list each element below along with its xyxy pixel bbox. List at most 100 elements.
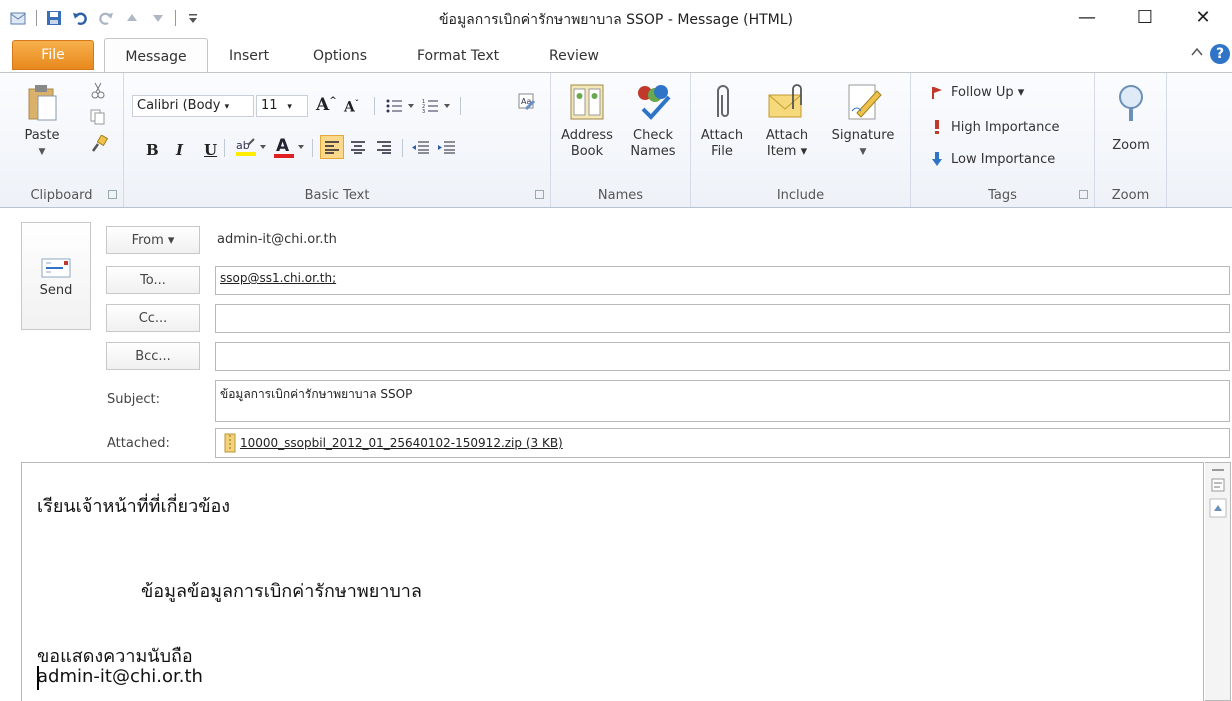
font-size-box[interactable]: 11 ▾ [256,95,308,117]
paste-dropdown-icon[interactable]: ▼ [16,144,68,160]
signature-button[interactable]: Signature ▼ [823,83,903,160]
address-book-label-2: Book [570,144,604,159]
align-center-icon[interactable] [350,140,366,158]
check-names-button[interactable]: Check Names [623,83,683,160]
zoom-group-label: Zoom [1111,188,1150,203]
divider [460,97,461,115]
cc-field[interactable] [215,304,1230,333]
address-book-icon [570,84,604,120]
clipboard-launcher-icon[interactable] [108,190,117,199]
signature-label: Signature [831,128,895,143]
tab-file[interactable]: File [12,40,94,70]
subject-field[interactable]: ข้อมูลการเบิกค่ารักษาพยาบาล SSOP [215,380,1230,422]
divider [312,139,313,157]
to-field[interactable]: ssop@ss1.chi.or.th; [215,266,1230,295]
paste-label: Paste [24,128,60,143]
attach-item-label-2: Item ▾ [766,144,808,159]
send-icon [41,258,71,278]
follow-up-button[interactable]: Follow Up ▾ [931,85,1024,100]
include-group: Attach File Attach Item ▾ Signature ▼ In… [691,73,911,207]
follow-up-label: Follow Up ▾ [951,85,1025,100]
increase-indent-icon[interactable] [438,140,456,158]
basic-text-launcher-icon[interactable] [535,190,544,199]
clear-formatting-icon[interactable]: Aa [516,91,540,119]
paste-icon [28,85,57,121]
text-caret [37,666,39,690]
vertical-scrollbar[interactable] [1205,462,1231,701]
signature-dropdown-icon[interactable]: ▼ [823,144,903,160]
shrink-font-icon[interactable]: Aˇ [344,98,359,116]
bcc-field[interactable] [215,342,1230,371]
high-importance-button[interactable]: High Importance [931,119,1060,135]
italic-icon[interactable]: I [176,141,183,159]
help-icon[interactable]: ? [1210,44,1230,64]
to-recipient[interactable]: ssop@ss1.chi.or.th; [220,271,336,285]
grow-font-icon[interactable]: A^ [316,95,337,115]
signature-icon [848,84,882,120]
to-button[interactable]: To... [106,266,200,294]
attach-file-label-1: Attach [700,128,744,143]
paperclip-icon [717,85,729,117]
minimize-button[interactable]: — [1058,0,1116,34]
close-button[interactable]: ✕ [1174,0,1232,34]
from-button[interactable]: From ▾ [106,226,200,254]
high-importance-label: High Importance [951,119,1060,135]
tab-message[interactable]: Message [104,38,208,74]
include-group-label: Include [776,188,825,203]
check-names-icon [638,85,671,120]
ribbon-right-icons: ? [1190,44,1230,64]
down-arrow-icon [932,152,942,166]
format-painter-icon[interactable] [90,134,109,157]
attached-label: Attached: [107,436,170,451]
magnifier-icon [1119,85,1143,121]
low-importance-button[interactable]: Low Importance [931,151,1055,167]
divider [402,139,403,157]
numbering-icon[interactable]: 123 [422,98,452,118]
zoom-label: Zoom [1112,138,1150,153]
zip-file-icon [224,433,236,453]
tags-group: Follow Up ▾ High Importance Low Importan… [911,73,1095,207]
underline-icon[interactable]: U [204,141,217,159]
font-name-value: Calibri (Body [137,98,221,113]
divider [374,97,375,115]
bold-icon[interactable]: B [146,141,159,159]
body-greeting: เรียนเจ้าหน้าที่ที่เกี่ยวข้อง [37,496,231,517]
align-left-icon[interactable] [320,135,344,159]
body-content-line: ข้อมูลข้อมูลการเบิกค่ารักษาพยาบาล [141,581,422,602]
highlight-icon[interactable]: ab [234,137,268,163]
flag-icon [932,86,942,99]
basic-text-group: Calibri (Body ▾ 11 ▾ A^ Aˇ 123 Aa B I U … [124,73,551,207]
maximize-button[interactable]: ☐ [1116,0,1174,34]
clipboard-group: Paste ▼ Clipboard [0,73,124,207]
send-button[interactable]: Send [21,222,91,330]
attach-file-button[interactable]: Attach File [699,83,745,160]
window-title: ข้อมูลการเบิกค่ารักษาพยาบาล SSOP - Messa… [438,12,794,28]
address-book-button[interactable]: Address Book [559,83,615,160]
svg-text:3: 3 [422,109,425,114]
address-book-label-1: Address [561,128,613,143]
scrollbar-top-controls [1209,469,1227,518]
bullets-icon[interactable] [386,98,416,118]
zoom-button[interactable]: Zoom [1103,83,1159,154]
attach-item-button[interactable]: Attach Item ▾ [759,83,815,160]
tab-insert[interactable]: Insert [229,48,269,64]
align-right-icon[interactable] [376,140,392,158]
tab-review[interactable]: Review [549,48,599,64]
tags-launcher-icon[interactable] [1079,190,1088,199]
cut-icon[interactable] [90,81,106,103]
tab-format-text[interactable]: Format Text [417,48,499,64]
attach-file-label-2: File [711,144,733,159]
attachment-item[interactable]: 10000_ssopbil_2012_01_25640102-150912.zi… [240,436,563,450]
ribbon: Paste ▼ Clipboard Calibri (Body ▾ 11 ▾ A… [0,72,1232,208]
font-name-box[interactable]: Calibri (Body ▾ [132,95,254,117]
paste-button[interactable]: Paste ▼ [16,83,68,160]
font-color-icon[interactable]: A [272,136,306,164]
decrease-indent-icon[interactable] [412,140,430,158]
copy-icon[interactable] [90,109,106,129]
minimize-ribbon-icon[interactable] [1190,46,1204,62]
names-group: Address Book Check Names Names [551,73,691,207]
low-importance-label: Low Importance [951,151,1056,167]
cc-button[interactable]: Cc... [106,304,200,332]
tab-options[interactable]: Options [313,48,367,64]
bcc-button[interactable]: Bcc... [106,342,200,370]
